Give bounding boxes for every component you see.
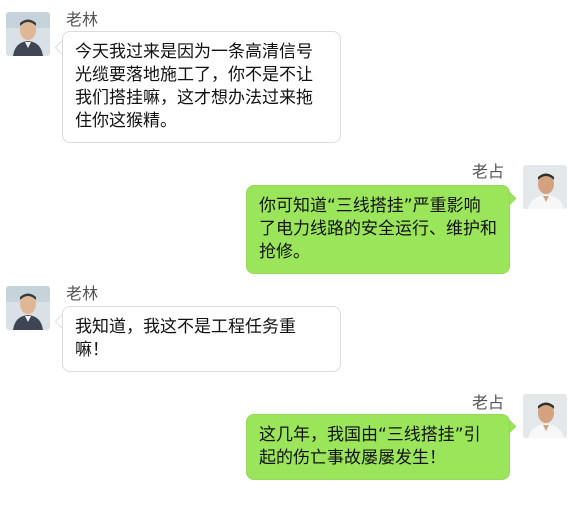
avatar-icon xyxy=(523,394,567,438)
sender-name: 老占 xyxy=(472,162,505,181)
avatar-icon[interactable] xyxy=(523,394,567,438)
sender-name: 老占 xyxy=(472,393,505,412)
message-bubble[interactable]: 今天我过来是因为一条高清信号光缆要落地施工了，你不是不让我们搭挂嘛，这才想办法过… xyxy=(62,31,341,143)
sender-name: 老林 xyxy=(66,10,99,29)
avatar-icon xyxy=(6,12,50,56)
sender-name: 老林 xyxy=(66,284,99,303)
avatar-icon xyxy=(523,165,567,209)
message-bubble[interactable]: 这几年，我国由“三线搭挂”引起的伤亡事故屡屡发生！ xyxy=(246,414,510,480)
avatar-icon[interactable] xyxy=(523,165,567,209)
message-bubble[interactable]: 你可知道“三线搭挂”严重影响了电力线路的安全运行、维护和抢修。 xyxy=(246,185,510,274)
avatar-icon[interactable] xyxy=(6,12,50,56)
message-bubble[interactable]: 我知道，我这不是工程任务重嘛！ xyxy=(62,306,341,372)
avatar-icon[interactable] xyxy=(6,286,50,330)
avatar-icon xyxy=(6,286,50,330)
